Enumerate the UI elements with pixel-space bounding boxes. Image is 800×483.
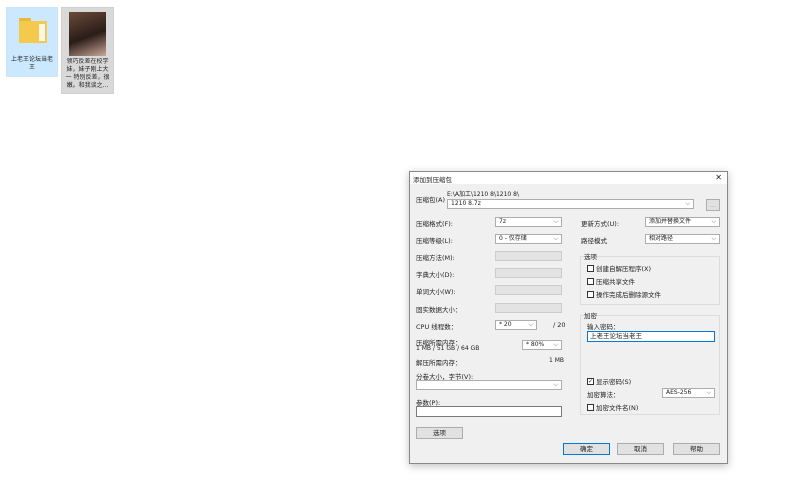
folder-icon [19,16,47,44]
dict-label: 字典大小(D): [416,271,455,279]
folder-label: 上老王论坛当老王 [10,56,53,71]
chevron-down-icon: ⌵ [528,321,533,328]
show-password-label: 显示密码(S) [596,378,632,386]
split-combo[interactable]: ⌵ [416,380,562,390]
chevron-down-icon: ⌵ [553,341,558,348]
checkbox-box [587,403,594,411]
cancel-button[interactable]: 取消 [617,443,664,455]
encrypt-names-label: 加密文件名(N) [596,404,639,412]
password-value: 上老王论坛当老王 [590,332,642,340]
shared-label: 压缩共享文件 [596,278,635,286]
update-value: 添加并替换文件 [649,218,692,225]
desktop-folder-item[interactable]: 上老王论坛当老王 [6,7,58,77]
word-combo [495,285,562,295]
image-thumbnail-icon [69,12,106,56]
level-label: 压缩等级(L): [416,237,453,245]
chevron-down-icon: ⌵ [706,389,711,396]
password-label: 输入密码： [587,323,620,331]
cpu-max: / 20 [553,321,566,329]
shared-checkbox[interactable]: 压缩共享文件 [587,276,635,286]
browse-button[interactable]: ... [706,199,720,211]
sfx-label: 创建自解压程序(X) [596,265,652,273]
enc-method-combo[interactable]: AES-256 ⌵ [662,388,715,398]
solid-combo [495,303,562,313]
checkbox-box [587,277,594,285]
format-value: 7z [499,218,506,225]
update-combo[interactable]: 添加并替换文件 ⌵ [645,217,720,227]
params-input[interactable] [416,406,562,417]
archive-path: E:\A加工\1210 8\1210 8\ [447,191,519,198]
options-button[interactable]: 选项 [416,427,463,439]
checkbox-box [587,264,594,272]
ok-button[interactable]: 确定 [563,443,610,455]
solid-label: 固实数据大小： [416,306,462,314]
options-group-label: 选项 [584,253,597,261]
cpu-combo[interactable]: * 20 ⌵ [495,320,537,330]
delete-label: 操作完成后删除源文件 [596,291,661,299]
mem-value: * 80% [526,341,545,348]
chevron-down-icon: ⌵ [711,235,716,242]
title-bar: 添加到压缩包 ✕ [410,172,727,184]
enc-method-label: 加密算法： [587,391,620,399]
method-combo [495,251,562,261]
check-icon: ✓ [587,377,594,385]
chevron-down-icon: ⌵ [711,218,716,225]
update-label: 更新方式(U): [581,220,620,228]
archive-name-combo[interactable]: 1210 8.7z ⌵ [447,199,694,209]
encryption-group-label: 加密 [584,312,597,320]
path-label: 路径模式 [581,237,607,245]
cpu-label: CPU 线程数： [416,323,458,331]
password-input[interactable]: 上老王论坛当老王 [587,331,715,342]
sfx-checkbox[interactable]: 创建自解压程序(X) [587,263,651,273]
mem-detail: 1 MB / 51 GB / 64 GB [416,345,480,352]
archive-label: 压缩包(A) [416,196,446,204]
level-combo[interactable]: 0 - 仅存储 ⌵ [495,234,562,244]
chevron-down-icon: ⌵ [553,218,558,225]
decomp-label: 解压所需内存： [416,359,462,367]
checkbox-box [587,290,594,298]
level-value: 0 - 仅存储 [499,235,527,242]
desktop-image-item[interactable]: 领巧反差在校学妹，妹子刚上大一 特别反差，很嫩。和我谈之... [61,7,114,94]
word-label: 单词大小(W): [416,288,456,296]
chevron-down-icon: ⌵ [553,381,558,388]
help-button[interactable]: 帮助 [673,443,720,455]
path-combo[interactable]: 相对路径 ⌵ [645,234,720,244]
chevron-down-icon: ⌵ [553,235,558,242]
cpu-value: * 20 [499,321,512,328]
dialog-title: 添加到压缩包 [413,176,452,184]
show-password-checkbox[interactable]: ✓ 显示密码(S) [587,376,631,386]
enc-method-value: AES-256 [666,389,692,396]
decomp-value: 1 MB [549,357,565,364]
format-combo[interactable]: 7z ⌵ [495,217,562,227]
format-label: 压缩格式(F): [416,220,454,228]
chevron-down-icon: ⌵ [685,200,690,207]
close-icon[interactable]: ✕ [715,173,722,182]
delete-checkbox[interactable]: 操作完成后删除源文件 [587,289,661,299]
archive-name-value: 1210 8.7z [451,200,481,207]
path-value: 相对路径 [649,235,674,242]
image-label: 领巧反差在校学妹，妹子刚上大一 特别反差，很嫩。和我谈之... [65,58,110,89]
encrypt-names-checkbox[interactable]: 加密文件名(N) [587,402,638,412]
mem-combo[interactable]: * 80% ⌵ [522,340,562,350]
dict-combo [495,268,562,278]
method-label: 压缩方法(M): [416,254,455,262]
